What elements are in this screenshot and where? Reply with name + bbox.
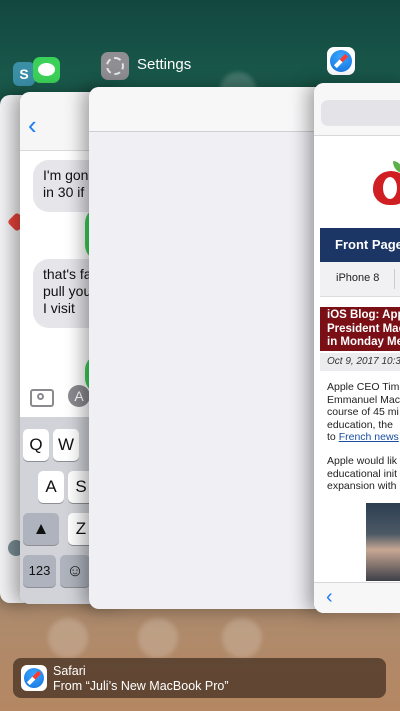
subnav-item-iphone-8[interactable]: iPhone 8 [336,272,379,284]
paragraph-line: educational init [327,467,398,480]
app-label-icon[interactable]: S [13,62,35,86]
settings-nav-bar [89,87,329,132]
paragraph-line: education, the [327,418,393,431]
handoff-app-name: Safari [53,664,86,678]
app-card-settings[interactable] [89,87,329,609]
article-paragraph: Apple CEO Tim Emmanuel Mac course of 45 … [327,381,400,444]
key-w[interactable]: W [53,429,79,461]
settings-card-label: Settings [137,56,192,73]
link-prefix: to [327,431,339,443]
paragraph-line: Apple would lik [327,455,398,467]
handoff-banner[interactable]: Safari From “Juli’s New MacBook Pro” [13,658,386,698]
nav-front-page[interactable]: Front Page [335,237,400,252]
article-photo[interactable] [366,503,400,581]
article-paragraph: Apple would lik educational init expansi… [327,455,397,493]
emoji-icon[interactable]: ☺ [60,555,90,587]
numbers-key[interactable]: 123 [23,555,56,587]
article-headline[interactable]: iOS Blog: App President Mac in Monday Me [320,307,400,351]
article-dateline: Oct 9, 2017 10:3 [320,353,400,371]
site-nav-bar[interactable]: Front Page [320,228,400,262]
safari-handoff-icon [21,665,47,691]
key-a[interactable]: A [38,471,64,503]
headline-line: in Monday Me [327,336,400,348]
site-subnav: iPhone 8 [320,262,400,297]
gear-icon [106,57,124,75]
apple-logo [373,161,400,205]
messages-app-icon[interactable] [33,57,60,83]
camera-icon[interactable] [30,389,54,407]
subnav-divider [394,269,395,289]
paragraph-line: Apple CEO Tim [327,381,400,393]
safari-app-icon[interactable] [327,47,355,75]
french-news-link[interactable]: French news [339,431,399,443]
paragraph-line: expansion with [327,480,397,492]
handoff-source-device: From “Juli’s New MacBook Pro” [53,679,229,693]
app-store-icon[interactable]: A [68,385,90,407]
back-chevron-icon[interactable]: ‹ [28,110,37,141]
app-card-safari[interactable]: Front Page iPhone 8 iOS Blog: App Presid… [314,83,400,613]
paragraph-line: course of 45 mi [327,406,399,418]
paragraph-line: to French news [327,431,400,444]
headline-line: President Mac [327,322,400,335]
back-chevron-icon[interactable]: ‹ [326,586,333,609]
paragraph-line: Emmanuel Mac [327,393,400,406]
safari-toolbar [314,83,400,136]
blurred-dock-icon [48,618,88,658]
blurred-dock-icon [222,618,262,658]
shift-key[interactable]: ▲ [23,513,59,545]
headline-line: iOS Blog: App [327,309,400,321]
key-q[interactable]: Q [23,429,49,461]
settings-app-icon[interactable] [101,52,129,80]
safari-bottom-toolbar: ‹ [314,582,400,613]
apple-logo-body [373,171,400,205]
address-bar[interactable] [321,100,400,126]
blurred-dock-icon [138,618,178,658]
